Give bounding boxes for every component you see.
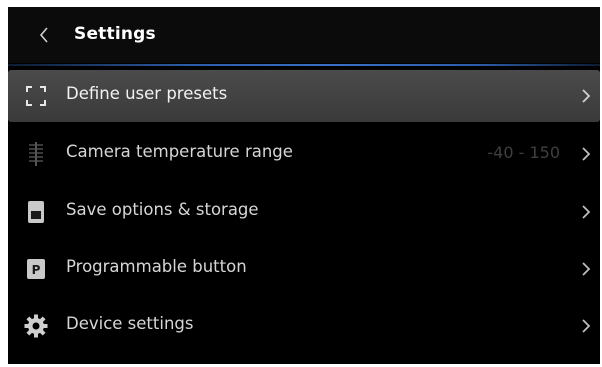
sd-card-icon xyxy=(28,201,44,223)
gear-icon xyxy=(24,314,48,338)
bracket-frame-icon xyxy=(26,86,46,106)
menu-item-label: Define user presets xyxy=(66,84,228,103)
chevron-right-icon xyxy=(582,262,591,276)
chevron-right-icon xyxy=(582,147,591,161)
chevron-right-icon xyxy=(582,205,591,219)
thermometer-scale-icon xyxy=(29,142,43,166)
page-title: Settings xyxy=(74,24,156,44)
menu-item-camera-temperature-range[interactable]: Camera temperature range -40 - 150 xyxy=(8,128,600,180)
chevron-right-icon xyxy=(582,319,591,333)
menu-item-save-options-storage[interactable]: Save options & storage xyxy=(8,186,600,238)
menu-item-label: Programmable button xyxy=(66,257,247,276)
menu-item-value: -40 - 150 xyxy=(487,143,560,162)
settings-screen: Settings Define user presets Camera temp… xyxy=(8,7,600,364)
back-chevron-icon[interactable] xyxy=(34,21,58,49)
header-divider xyxy=(8,64,600,66)
menu-item-device-settings[interactable]: Device settings xyxy=(8,300,600,352)
chevron-right-icon xyxy=(582,89,591,103)
header-bar: Settings xyxy=(8,7,600,63)
svg-text:P: P xyxy=(32,263,41,277)
menu-item-label: Camera temperature range xyxy=(66,142,293,161)
menu-item-label: Device settings xyxy=(66,314,194,333)
menu-item-label: Save options & storage xyxy=(66,200,259,219)
menu-item-define-user-presets[interactable]: Define user presets xyxy=(8,70,600,122)
menu-item-programmable-button[interactable]: P Programmable button xyxy=(8,243,600,295)
programmable-p-icon: P xyxy=(27,259,45,279)
